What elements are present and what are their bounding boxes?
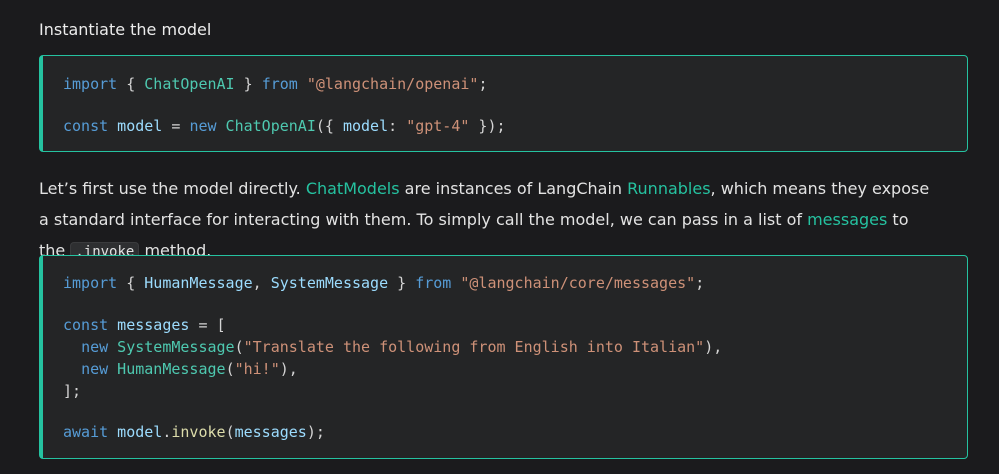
code-keyword: import: [63, 75, 118, 93]
code-line: ];: [63, 380, 81, 402]
code-string: "Translate the following from English in…: [243, 338, 705, 356]
code-punctuation: ({: [315, 117, 343, 135]
code-string: "gpt-4": [406, 117, 470, 135]
body-paragraph: Let’s first use the model directly. Chat…: [39, 173, 939, 268]
code-class-name: SystemMessage: [108, 338, 235, 356]
code-punctuation: });: [469, 117, 506, 135]
code-punctuation: ),: [704, 338, 723, 356]
code-identifier: messages: [234, 423, 307, 441]
code-identifier: model: [108, 423, 163, 441]
code-line: await model.invoke(messages);: [63, 421, 325, 443]
code-line: import { ChatOpenAI } from "@langchain/o…: [63, 73, 487, 95]
chatmodels-link[interactable]: ChatModels: [306, 179, 400, 198]
runnables-link[interactable]: Runnables: [627, 179, 710, 198]
code-punctuation: {: [117, 274, 145, 292]
code-keyword: new: [81, 338, 109, 356]
code-punctuation: ];: [63, 382, 82, 400]
code-identifier: HumanMessage: [144, 274, 253, 292]
code-punctuation: = [: [189, 316, 226, 334]
code-line: const model = new ChatOpenAI({ model: "g…: [63, 115, 506, 137]
code-class-name: HumanMessage: [108, 360, 226, 378]
code-keyword: import: [63, 274, 118, 292]
code-keyword: const: [63, 316, 109, 334]
code-string: "@langchain/openai": [306, 75, 479, 93]
code-keyword: await: [63, 423, 109, 441]
code-punctuation: (: [225, 423, 235, 441]
code-punctuation: ,: [252, 274, 271, 292]
code-punctuation: }: [234, 75, 262, 93]
code-punctuation: (: [225, 360, 235, 378]
code-identifier: model: [108, 117, 163, 135]
code-operator: =: [162, 117, 190, 135]
code-keyword: new: [81, 360, 109, 378]
code-string: "@langchain/core/messages": [460, 274, 696, 292]
docs-page: Instantiate the model import { ChatOpenA…: [0, 0, 999, 474]
code-identifier: model: [342, 117, 389, 135]
code-identifier: SystemMessage: [270, 274, 389, 292]
code-keyword: new: [189, 117, 217, 135]
code-class-name: ChatOpenAI: [216, 117, 316, 135]
code-line: new HumanMessage("hi!"),: [63, 358, 298, 380]
code-punctuation: }: [388, 274, 416, 292]
code-punctuation: :: [388, 117, 407, 135]
code-punctuation: ;: [478, 75, 488, 93]
code-punctuation: (: [234, 338, 244, 356]
code-class-name: ChatOpenAI: [144, 75, 235, 93]
code-line: const messages = [: [63, 314, 226, 336]
code-block-messages[interactable]: import { HumanMessage, SystemMessage } f…: [39, 255, 968, 459]
section-heading: Instantiate the model: [39, 20, 212, 39]
code-punctuation: ),: [279, 360, 298, 378]
code-keyword: const: [63, 117, 109, 135]
code-identifier: messages: [108, 316, 190, 334]
paragraph-text: Let’s first use the model directly.: [39, 179, 306, 198]
paragraph-text: are instances of LangChain: [399, 179, 628, 198]
messages-link[interactable]: messages: [807, 210, 887, 229]
code-string: "hi!": [234, 360, 280, 378]
code-function: invoke: [171, 423, 226, 441]
code-keyword: from: [261, 75, 298, 93]
code-block-import-chatopenai[interactable]: import { ChatOpenAI } from "@langchain/o…: [39, 55, 968, 152]
code-keyword: from: [415, 274, 452, 292]
code-line: new SystemMessage("Translate the followi…: [63, 336, 722, 358]
code-punctuation: {: [117, 75, 145, 93]
code-line: import { HumanMessage, SystemMessage } f…: [63, 272, 704, 294]
code-punctuation: );: [306, 423, 325, 441]
code-punctuation: ;: [695, 274, 705, 292]
